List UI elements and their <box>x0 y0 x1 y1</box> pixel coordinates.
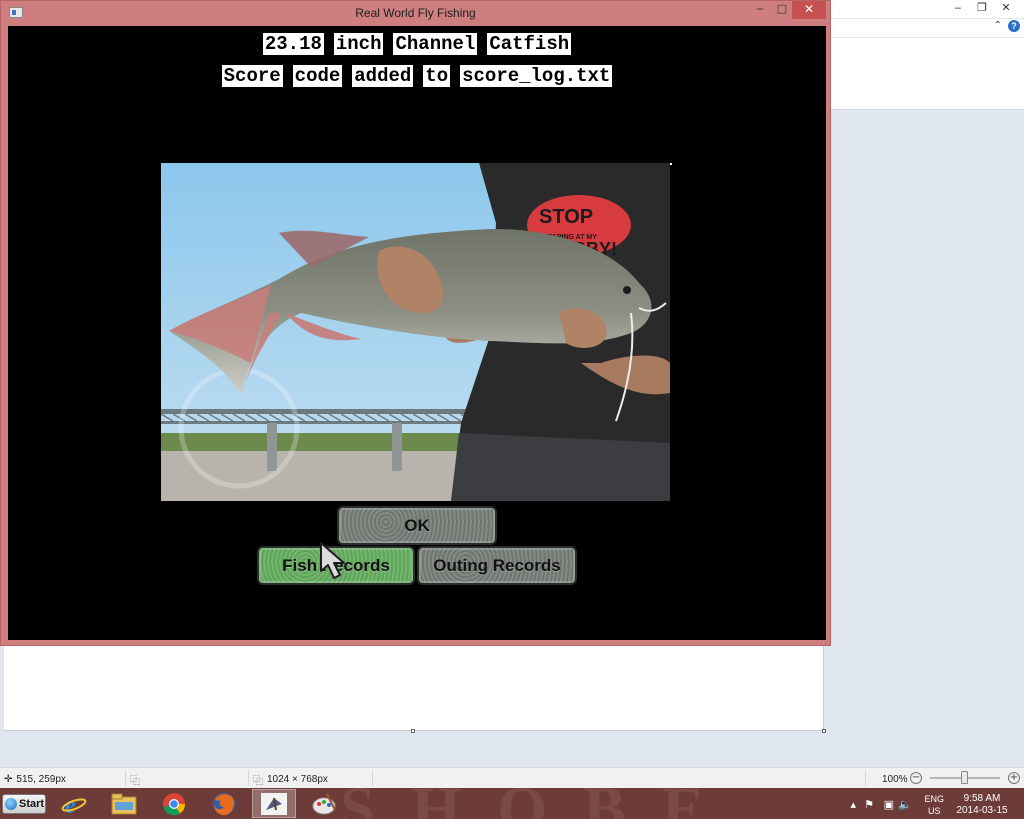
taskbar-explorer[interactable] <box>102 789 146 818</box>
message-word: score_log.txt <box>460 65 613 87</box>
game-window: Real World Fly Fishing – □ ✕ 23.18 inch Ch… <box>0 0 831 646</box>
image-size-icon: ⿻ <box>253 775 263 787</box>
svg-text:STOP: STOP <box>539 206 593 228</box>
paint-minimize-button[interactable]: ‒ <box>946 0 970 16</box>
selection-icon: ⿻ <box>130 775 140 787</box>
window-title: Real World Fly Fishing <box>355 6 476 20</box>
selection-size: ⿻ <box>130 772 140 787</box>
start-button[interactable]: Start <box>2 794 46 814</box>
message-word: added <box>352 65 414 87</box>
resize-handle[interactable] <box>822 729 826 733</box>
mouse-cursor-icon <box>320 542 345 579</box>
paint-icon <box>312 793 336 814</box>
firefox-icon <box>213 792 235 815</box>
network-icon[interactable]: ▣ <box>884 798 894 811</box>
outing-records-button[interactable]: Outing Records <box>417 546 577 585</box>
game-titlebar[interactable]: Real World Fly Fishing – □ ✕ <box>1 1 830 25</box>
image-size-text: 1024 × 768px <box>267 773 328 785</box>
chrome-icon <box>163 792 186 815</box>
volume-icon[interactable]: 🔈 <box>898 798 912 811</box>
zoom-out-button[interactable]: − <box>910 772 922 784</box>
taskbar-chrome[interactable] <box>152 789 196 818</box>
message-word: to <box>423 65 451 87</box>
maximize-button[interactable]: □ <box>772 1 792 19</box>
ribbon-collapse-icon[interactable]: ⌃ <box>994 20 1002 31</box>
message-word: Score <box>221 65 283 87</box>
headline-word: Channel <box>393 33 478 55</box>
show-hidden-icons[interactable]: ▴ <box>850 798 856 811</box>
headline-word: 23.18 <box>262 33 324 55</box>
zoom-level: 100% <box>882 772 908 786</box>
paint-restore-button[interactable]: ❐ <box>970 0 994 16</box>
start-label: Start <box>19 798 45 810</box>
region-code: US <box>927 806 941 816</box>
ok-button[interactable]: OK <box>337 506 497 545</box>
paint-close-button[interactable]: ✕ <box>994 0 1018 16</box>
taskbar: SHOBE Start e <box>0 788 1024 819</box>
zoom-level-text: 100% <box>882 773 908 785</box>
close-button[interactable]: ✕ <box>792 1 826 19</box>
minimize-button[interactable]: – <box>748 1 772 19</box>
cursor-position-text: 515, 259px <box>16 773 66 785</box>
taskbar-paint[interactable] <box>302 789 346 818</box>
taskbar-firefox[interactable] <box>202 789 246 818</box>
windows-orb-icon <box>5 798 17 810</box>
language-code: ENG <box>924 794 944 804</box>
image-size: ⿻ 1024 × 768px <box>253 772 328 787</box>
ie-icon: e <box>61 793 87 817</box>
fly-fishing-icon <box>261 792 287 815</box>
paint-ribbon <box>830 0 1024 110</box>
zoom-in-button[interactable]: + <box>1008 772 1020 784</box>
catch-headline: 23.18 inch Channel Catfish <box>8 33 826 55</box>
message-word: code <box>292 65 343 87</box>
cursor-position: ✛ 515, 259px <box>4 772 66 786</box>
language-indicator[interactable]: ENG US <box>924 793 944 817</box>
zoom-slider-thumb[interactable] <box>961 771 968 784</box>
headline-word: inch <box>333 33 384 55</box>
flag-icon[interactable]: ⚑ <box>864 798 874 811</box>
taskbar-ie[interactable]: e <box>52 789 96 818</box>
resize-handle[interactable] <box>411 729 415 733</box>
file-explorer-icon <box>111 793 137 814</box>
wallpaper-letters: SHOBE <box>340 788 741 819</box>
taskbar-fly-fishing[interactable] <box>252 789 296 818</box>
help-icon[interactable]: ? <box>1008 20 1020 32</box>
clock-date: 2014-03-15 <box>956 805 1008 816</box>
game-canvas: 23.18 inch Channel Catfish Score code added to… <box>8 26 826 640</box>
paint-window-controls: ‒ ❐ ✕ <box>946 0 1018 16</box>
catfish-photo: STOP STARING AT MY BBY! <box>161 163 670 501</box>
score-message: Score code added to score_log.txt <box>8 65 826 87</box>
clock[interactable]: 9:58 AM 2014-03-15 <box>948 793 1016 817</box>
paint-status-bar: ✛ 515, 259px ⿻ ⿻ 1024 × 768px 100% − + <box>0 767 1024 788</box>
headline-word: Catfish <box>487 33 572 55</box>
crosshair-icon: ✛ <box>4 773 13 785</box>
clock-time: 9:58 AM <box>963 793 1001 804</box>
